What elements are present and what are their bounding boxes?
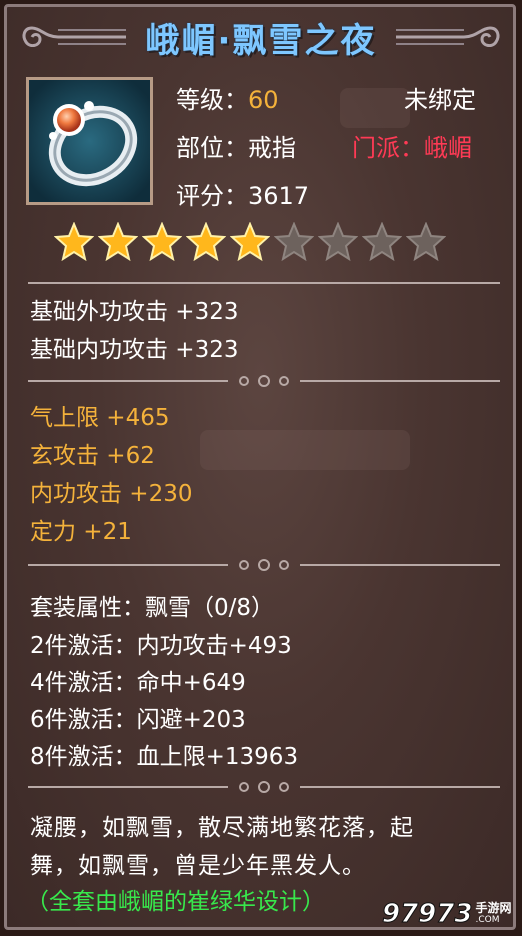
- star-empty-icon: [274, 222, 314, 262]
- set-bonus: 8件激活：血上限+13963: [30, 744, 299, 770]
- level-label: 等级：: [176, 86, 248, 114]
- score-stat: 评分：3617: [176, 182, 310, 210]
- designer-credit: （全套由峨嵋的崔绿华设计）: [26, 889, 325, 915]
- description-line: 凝腰，如飘雪，散尽满地繁花落，起: [30, 815, 414, 841]
- level-value: 60: [248, 86, 279, 114]
- set-bonus: 6件激活：闪避+203: [30, 707, 246, 733]
- section-divider: [28, 781, 500, 793]
- watermark-domain: .COM: [475, 915, 500, 925]
- title-scroll-ornament-icon: [396, 26, 500, 48]
- level-stat: 等级：60: [176, 80, 279, 115]
- section-divider: [28, 559, 500, 571]
- watermark-site: 手游网: [475, 901, 512, 915]
- watermark-side: 手游网 .COM: [475, 902, 511, 926]
- site-watermark: 97973 手游网 .COM: [381, 899, 516, 930]
- background-shadow: [340, 88, 410, 128]
- item-icon-frame[interactable]: [26, 77, 153, 205]
- background-shadow: [200, 430, 410, 470]
- star-filled-icon: [186, 222, 226, 262]
- section-divider: [28, 375, 500, 387]
- title-scroll-ornament-icon: [22, 26, 126, 48]
- base-attribute: 基础外功攻击 +323: [30, 299, 239, 325]
- star-rating: [54, 222, 446, 262]
- star-filled-icon: [230, 222, 270, 262]
- section-divider: [28, 282, 500, 284]
- set-bonus: 4件激活：命中+649: [30, 670, 246, 696]
- slot-stat: 部位：戒指: [176, 134, 296, 162]
- set-bonus: 2件激活：内功攻击+493: [30, 633, 292, 659]
- description-line: 舞，如飘雪，曾是少年黑发人。: [30, 853, 366, 879]
- item-title: 峨嵋·飘雪之夜: [145, 20, 377, 61]
- star-empty-icon: [318, 222, 358, 262]
- star-filled-icon: [98, 222, 138, 262]
- star-filled-icon: [54, 222, 94, 262]
- star-empty-icon: [406, 222, 446, 262]
- watermark-digits: 97973: [381, 899, 473, 930]
- star-empty-icon: [362, 222, 402, 262]
- extra-attribute: 内功攻击 +230: [30, 481, 193, 507]
- bind-status: 未绑定: [404, 86, 476, 114]
- base-attribute: 基础内功攻击 +323: [30, 337, 239, 363]
- title-bar: 峨嵋·飘雪之夜: [12, 10, 510, 64]
- extra-attribute: 玄攻击 +62: [30, 443, 155, 469]
- star-filled-icon: [142, 222, 182, 262]
- set-title: 套装属性：飘雪（0/8）: [30, 595, 275, 621]
- ring-icon: [29, 80, 150, 202]
- extra-attribute: 气上限 +465: [30, 405, 170, 431]
- faction-stat: 门派：峨嵋: [352, 134, 472, 162]
- extra-attribute: 定力 +21: [30, 519, 132, 545]
